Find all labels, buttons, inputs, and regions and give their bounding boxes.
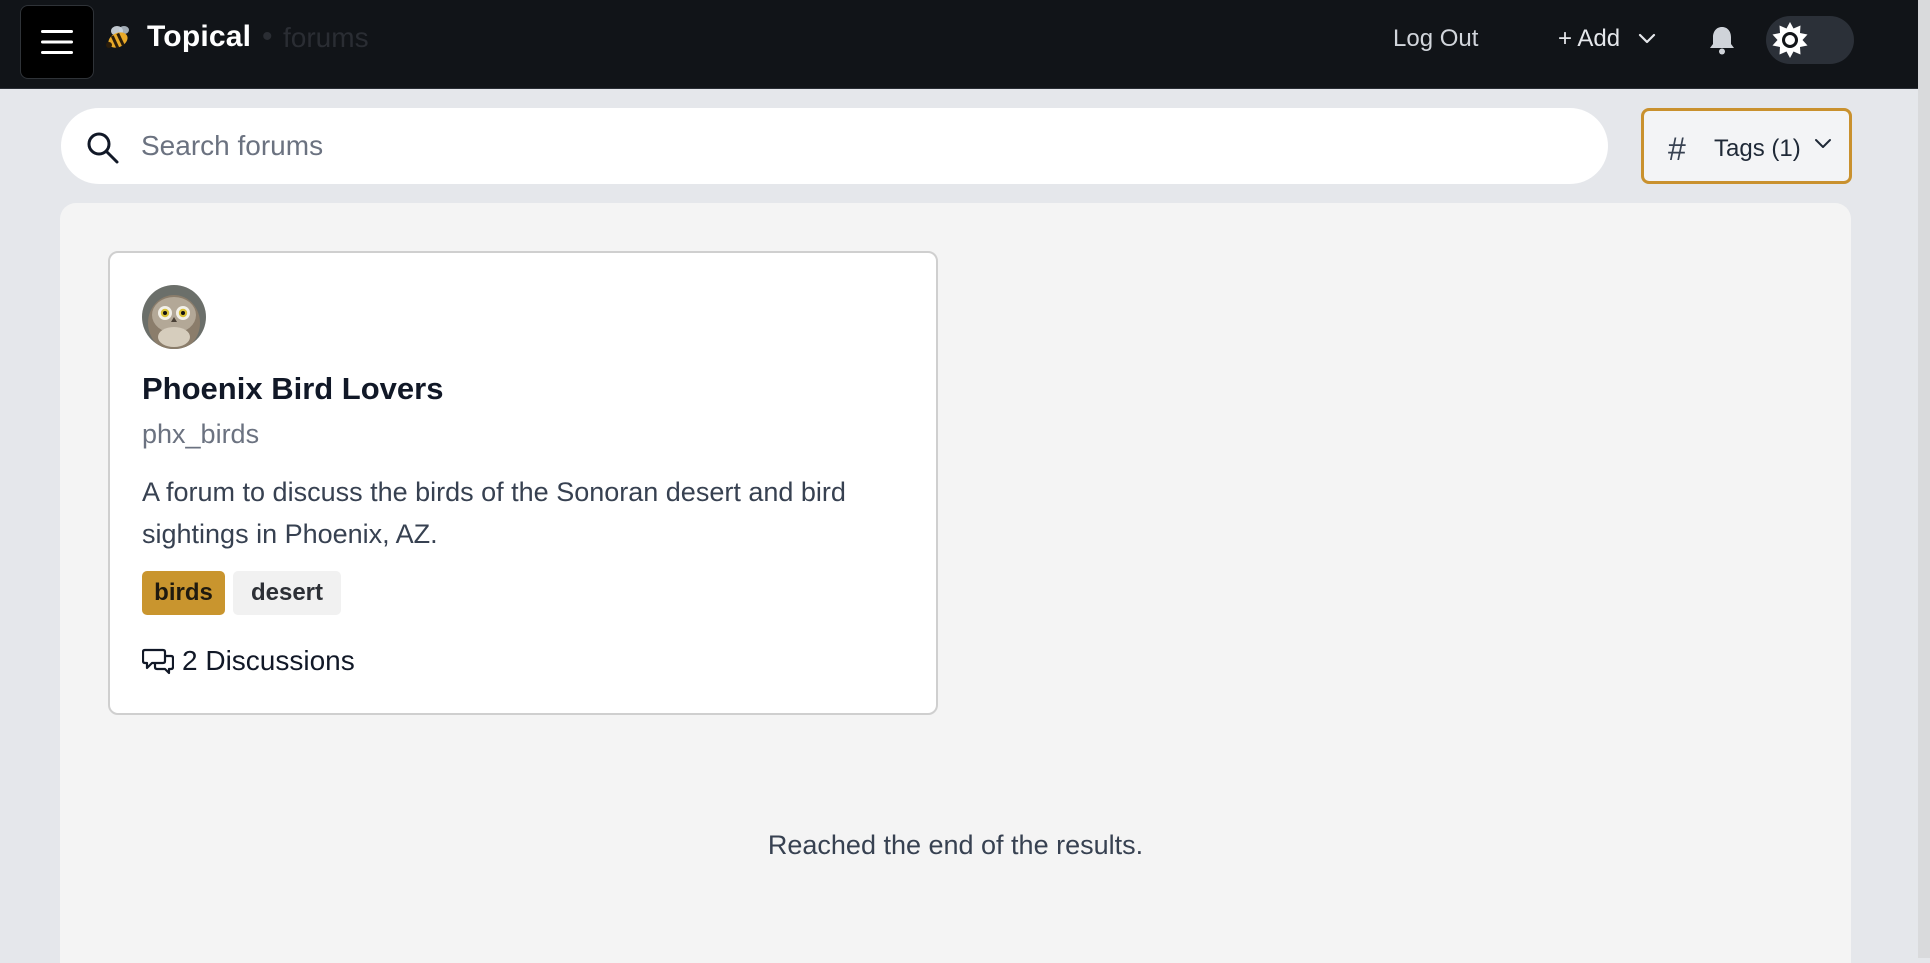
forum-description: A forum to discuss the birds of the Sono… [142, 477, 846, 549]
discussions-label: 2 Discussions [182, 645, 355, 676]
tag-birds[interactable]: birds [142, 571, 225, 615]
tags-filter-label: Tags (1) [1714, 135, 1801, 162]
scrollbar[interactable] [1918, 0, 1930, 958]
menu-button[interactable] [20, 5, 94, 79]
forum-title[interactable]: Phoenix Bird Lovers [142, 371, 443, 407]
owl-avatar-image [142, 285, 206, 349]
forum-card[interactable]: Phoenix Bird Lovers phx_birds A forum to… [108, 251, 938, 715]
section-title: forums [283, 22, 369, 53]
app-title[interactable]: Topical [147, 20, 251, 54]
hash-icon: # [1668, 131, 1686, 167]
search-input[interactable] [141, 122, 1581, 170]
menu-icon [41, 30, 73, 54]
theme-toggle[interactable] [1766, 16, 1854, 64]
bell-icon[interactable] [1707, 24, 1737, 56]
title-separator: • [262, 20, 273, 53]
forum-handle: phx_birds [142, 419, 260, 449]
tag-desert[interactable]: desert [233, 571, 341, 615]
forum-results-panel: Phoenix Bird Lovers phx_birds A forum to… [60, 203, 1851, 963]
search-bar [61, 108, 1608, 184]
sun-icon [1772, 22, 1808, 58]
forum-avatar [142, 285, 206, 349]
end-of-results-message: Reached the end of the results. [767, 830, 1144, 860]
tags-filter-button[interactable]: # Tags (1) [1641, 108, 1852, 184]
toggle-knob [1766, 16, 1814, 64]
search-icon [87, 132, 119, 164]
bee-logo-icon[interactable] [104, 22, 134, 52]
discussions-count: 2 Discussions [142, 645, 355, 677]
logout-link[interactable]: Log Out [1393, 25, 1478, 53]
chevron-down-icon [1638, 33, 1656, 44]
add-button-label: + Add [1558, 25, 1621, 52]
top-nav: Topical • forums Log Out + Add [0, 0, 1918, 89]
chevron-down-icon [1815, 139, 1831, 148]
chat-bubbles-icon [142, 648, 174, 675]
add-button[interactable]: + Add [1558, 25, 1656, 53]
